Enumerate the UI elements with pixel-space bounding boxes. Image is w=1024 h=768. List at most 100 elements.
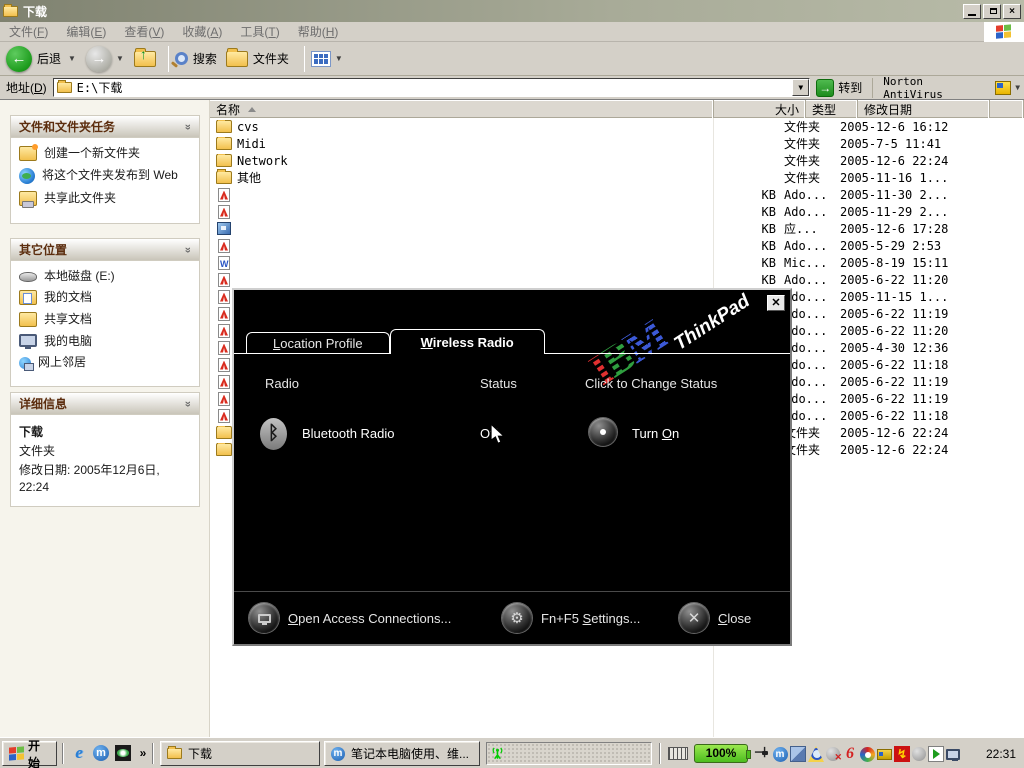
- column-size[interactable]: 大小: [714, 100, 806, 118]
- red-six-tray-icon[interactable]: 6: [842, 746, 858, 762]
- pdf-file-icon: [218, 392, 230, 406]
- acdsee-quicklaunch-icon[interactable]: [114, 744, 132, 762]
- file-row[interactable]: KB Ado... 2005-11-30 2...: [210, 186, 1024, 203]
- file-row[interactable]: KB Ado... 2005-6-22 11:20: [210, 271, 1024, 288]
- place-link[interactable]: 本地磁盘 (E:): [19, 269, 193, 283]
- tab-wireless-radio[interactable]: Wireless Radio: [390, 329, 545, 354]
- task-button-notebook[interactable]: m 笔记本电脑使用、维...: [324, 741, 480, 766]
- wireless-antenna-icon: [490, 746, 505, 762]
- collapse-chevron-icon: «: [182, 400, 194, 406]
- up-button[interactable]: ↑: [134, 51, 156, 67]
- restore-button[interactable]: [983, 4, 1001, 19]
- menu-item[interactable]: 工具(T): [231, 21, 288, 42]
- application-file-icon: [217, 222, 231, 235]
- minimize-button[interactable]: [963, 4, 981, 19]
- file-row[interactable]: KB Ado... 2005-5-29 2:53: [210, 237, 1024, 254]
- turn-on-button[interactable]: [589, 418, 617, 446]
- forward-dropdown[interactable]: ▼: [116, 54, 124, 63]
- access-connections-tray-icon[interactable]: ↯: [894, 746, 910, 762]
- place-link[interactable]: 共享文档: [19, 312, 193, 327]
- menu-item[interactable]: 查看(V): [115, 21, 173, 42]
- file-row[interactable]: Midi 文件夹 2005-7-5 11:41: [210, 135, 1024, 152]
- dialog-close-button[interactable]: ✕: [767, 295, 785, 311]
- close-x-icon: ✕: [679, 603, 709, 633]
- keyboard-input-icon[interactable]: [668, 747, 688, 760]
- column-type[interactable]: 类型: [806, 100, 858, 118]
- task-link[interactable]: 共享此文件夹: [19, 191, 193, 206]
- close-dialog-button[interactable]: ✕ Close: [679, 603, 751, 633]
- search-icon: [175, 52, 188, 65]
- menu-item[interactable]: 收藏(A): [173, 21, 231, 42]
- folders-icon: [226, 51, 248, 67]
- color-spiral-tray-icon[interactable]: [860, 747, 875, 762]
- panel-details-header[interactable]: 详细信息 «: [11, 393, 199, 415]
- search-button[interactable]: 搜索: [175, 50, 220, 67]
- pdf-file-icon: [218, 188, 230, 202]
- place-link[interactable]: 我的文档: [19, 290, 193, 305]
- views-button[interactable]: ▼: [311, 51, 347, 67]
- folder-icon: [216, 154, 232, 167]
- display-monitor-tray-icon[interactable]: [946, 749, 960, 760]
- details-time: 22:24: [19, 480, 193, 494]
- wireless-status-band[interactable]: [486, 742, 652, 765]
- task-link[interactable]: 将这个文件夹发布到 Web: [19, 168, 193, 184]
- bluetooth-radio-label: Bluetooth Radio: [302, 426, 395, 441]
- tab-location-profile[interactable]: Location Profile: [246, 332, 390, 353]
- task-button-downloads[interactable]: 下载: [160, 741, 320, 766]
- gray-ball-tray-icon[interactable]: [912, 747, 926, 761]
- address-dropdown[interactable]: ▼: [792, 79, 809, 96]
- network-computers-tray-icon[interactable]: [790, 746, 806, 762]
- taskbar-clock[interactable]: 22:31: [986, 747, 1016, 761]
- place-link[interactable]: 我的电脑: [19, 334, 193, 348]
- close-button[interactable]: ×: [1003, 4, 1021, 19]
- back-button[interactable]: ← 后退 ▼: [6, 46, 80, 72]
- task-link[interactable]: 创建一个新文件夹: [19, 146, 193, 161]
- back-icon: ←: [6, 46, 32, 72]
- file-row[interactable]: Network 文件夹 2005-12-6 22:24: [210, 152, 1024, 169]
- search-magnifier-tray-icon[interactable]: [808, 746, 824, 762]
- file-row[interactable]: KB 应... 2005-12-6 17:28: [210, 220, 1024, 237]
- column-name[interactable]: 名称: [210, 100, 714, 118]
- pdf-file-icon: [218, 239, 230, 253]
- quicklaunch-overflow-chevron[interactable]: »: [134, 744, 152, 762]
- maxthon-quicklaunch-icon[interactable]: m: [92, 744, 110, 762]
- pdf-file-icon: [218, 375, 230, 389]
- column-headers: 名称 大小 类型 修改日期: [210, 100, 1024, 118]
- toolbar: ← 后退 ▼ → ▼ ↑ 搜索 文件夹 ▼: [0, 42, 1024, 76]
- address-input[interactable]: E:\下载 ▼: [53, 78, 811, 97]
- internet-explorer-quicklaunch-icon[interactable]: e: [70, 744, 88, 762]
- place-link[interactable]: 网上邻居: [19, 355, 193, 369]
- panel-details: 详细信息 « 下载 文件夹 修改日期: 2005年12月6日, 22:24: [10, 392, 200, 507]
- file-row[interactable]: KB Ado... 2005-11-29 2...: [210, 203, 1024, 220]
- media-player-tray-icon[interactable]: [928, 746, 944, 762]
- menu-bar: 文件(F) 编辑(E) 查看(V) 收藏(A) 工具(T) 帮助(H): [0, 22, 1024, 42]
- file-row[interactable]: cvs 文件夹 2005-12-6 16:12: [210, 118, 1024, 135]
- fn-f5-settings-button[interactable]: ⚙ Fn+F5 Settings...: [502, 603, 640, 633]
- forward-button[interactable]: → ▼: [86, 46, 128, 72]
- folders-button[interactable]: 文件夹: [226, 50, 292, 67]
- window-title: 下载: [23, 3, 961, 20]
- go-arrow-icon: →: [816, 79, 834, 97]
- open-access-connections-button[interactable]: Open Access Connections...: [249, 603, 451, 633]
- column-date[interactable]: 修改日期: [858, 100, 990, 118]
- go-button[interactable]: → 转到: [816, 79, 862, 97]
- file-row[interactable]: KB Mic... 2005-8-19 15:11: [210, 254, 1024, 271]
- pc-card-tray-icon[interactable]: [877, 749, 892, 760]
- system-tray: m 6 ↯: [772, 743, 960, 765]
- maxthon-tray-icon[interactable]: m: [772, 746, 788, 762]
- norton-antivirus-band[interactable]: Norton AntiVirus ▼: [872, 78, 1024, 98]
- file-row[interactable]: 其他 文件夹 2005-11-16 1...: [210, 169, 1024, 186]
- turn-on-label[interactable]: Turn On: [632, 426, 679, 441]
- taskbar-separator: [62, 743, 64, 764]
- norton-dropdown[interactable]: ▼: [1015, 83, 1020, 92]
- muted-ball-tray-icon[interactable]: [826, 747, 840, 761]
- panel-other-places-header[interactable]: 其它位置 «: [11, 239, 199, 261]
- menu-item[interactable]: 文件(F): [0, 21, 57, 42]
- menu-item[interactable]: 编辑(E): [57, 21, 115, 42]
- pdf-file-icon: [218, 205, 230, 219]
- panel-file-tasks-header[interactable]: 文件和文件夹任务 «: [11, 116, 199, 138]
- back-dropdown[interactable]: ▼: [68, 54, 76, 63]
- views-dropdown[interactable]: ▼: [335, 54, 343, 63]
- start-button[interactable]: 开始: [2, 741, 57, 766]
- menu-item[interactable]: 帮助(H): [289, 21, 348, 42]
